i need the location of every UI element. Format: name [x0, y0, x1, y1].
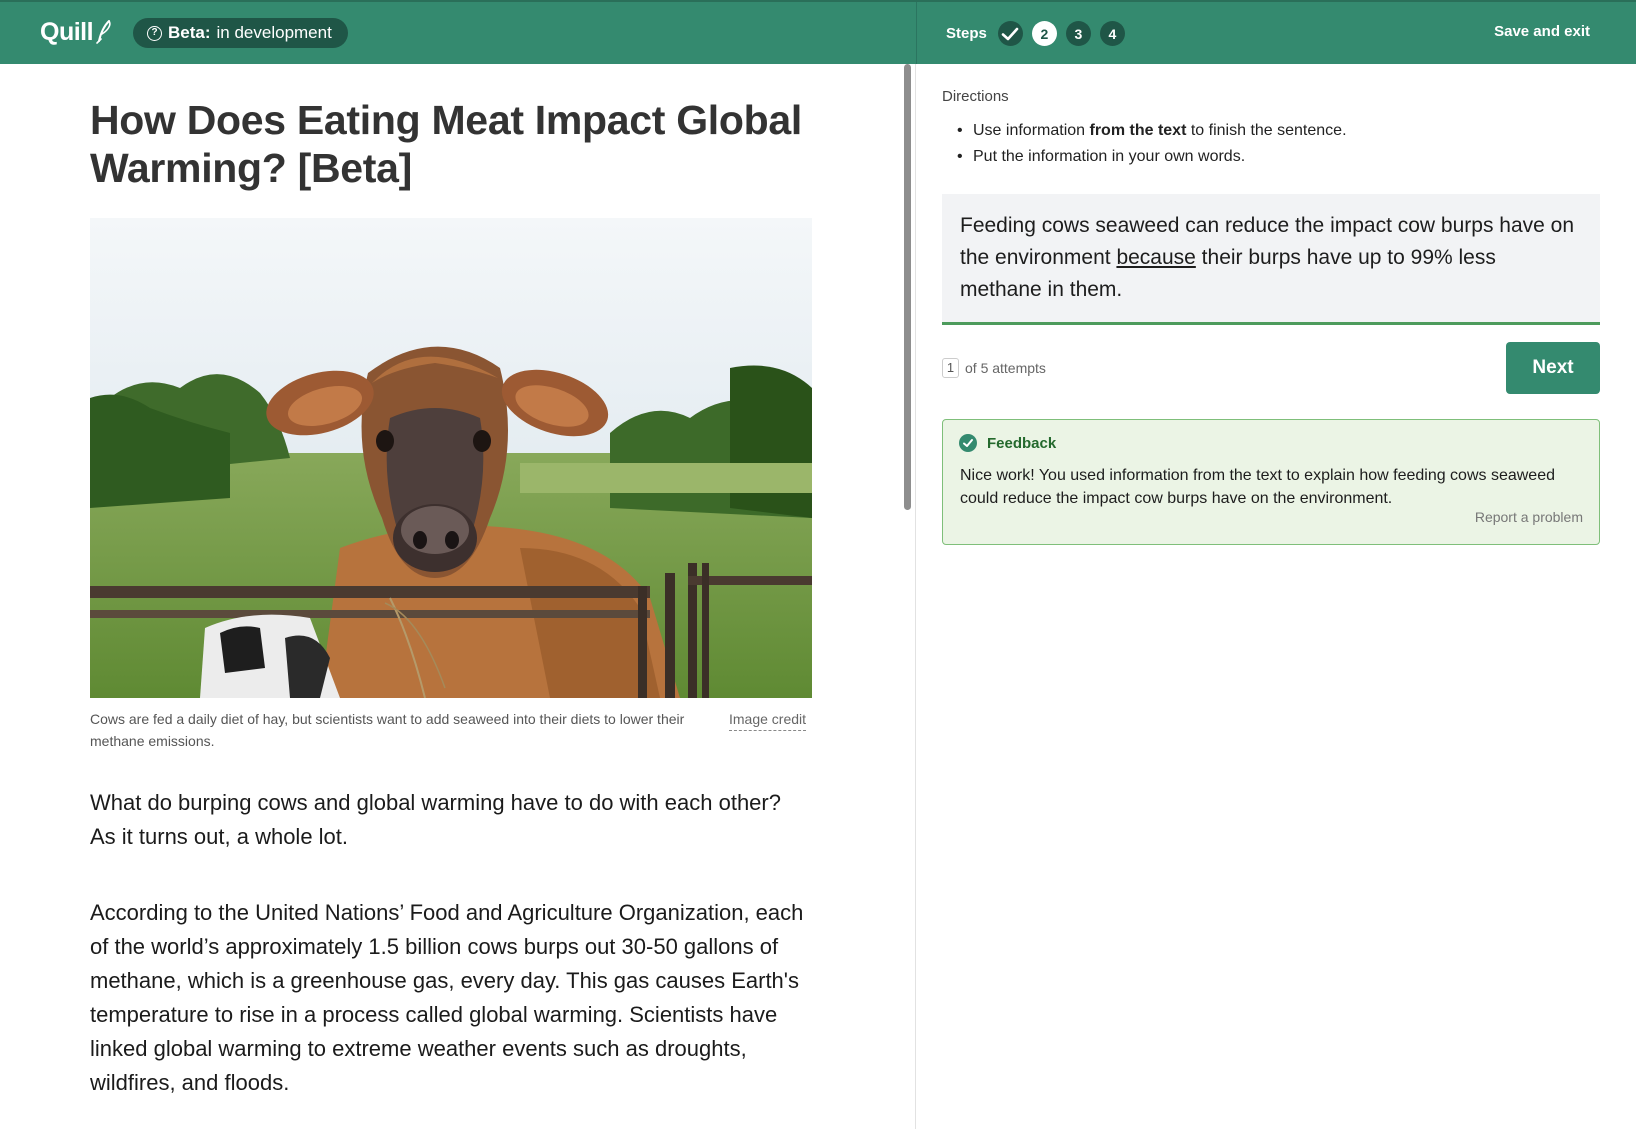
- direction-1-suffix: to finish the sentence.: [1186, 122, 1347, 139]
- article-paragraph-2: According to the United Nations’ Food an…: [90, 900, 804, 1095]
- steps-label: Steps: [946, 25, 987, 42]
- attempt-number: 1: [942, 358, 959, 378]
- feedback-message: Nice work! You used information from the…: [960, 467, 1555, 507]
- save-and-exit-link[interactable]: Save and exit: [1494, 23, 1590, 40]
- attempts-counter: 1 of 5 attempts: [942, 358, 1046, 378]
- step-4: 4: [1099, 21, 1125, 46]
- top-navbar: Quill ? Beta: in development Steps 2 3 4…: [0, 0, 1636, 64]
- header-divider: [916, 2, 917, 64]
- navbar-left: Quill ? Beta: in development: [0, 2, 916, 64]
- article-title: How Does Eating Meat Impact Global Warmi…: [90, 97, 802, 191]
- cow-illustration: [90, 218, 812, 698]
- direction-item-1: Use information from the text to finish …: [957, 118, 1597, 144]
- image-credit-link[interactable]: Image credit: [729, 708, 807, 731]
- direction-1-emphasis: from the text: [1089, 122, 1187, 139]
- directions-label: Directions: [942, 88, 1009, 105]
- feedback-title: Feedback: [987, 434, 1057, 452]
- step-3: 3: [1065, 21, 1091, 46]
- beta-status-text: in development: [216, 23, 332, 42]
- response-editor[interactable]: Feeding cows seaweed can reduce the impa…: [942, 194, 1600, 325]
- help-circle-icon: ?: [147, 25, 162, 41]
- beta-status-badge[interactable]: ? Beta: in development: [133, 18, 348, 48]
- feedback-panel: Feedback Nice work! You used information…: [942, 419, 1600, 545]
- feedback-header: Feedback: [959, 434, 1056, 452]
- direction-item-2: Put the information in your own words.: [957, 144, 1597, 170]
- activity-panel: Directions Use information from the text…: [917, 64, 1636, 1129]
- direction-1-prefix: Use information: [973, 122, 1090, 139]
- quill-pen-icon: [96, 20, 111, 44]
- directions-list: Use information from the text to finish …: [957, 118, 1597, 170]
- attempts-text: of 5 attempts: [965, 360, 1046, 376]
- article-paragraph-1: What do burping cows and global warming …: [90, 790, 781, 849]
- step-2-current: 2: [1031, 21, 1057, 46]
- image-caption: Cows are fed a daily diet of hay, but sc…: [90, 711, 685, 749]
- beta-label: Beta:: [168, 23, 211, 42]
- quill-logo[interactable]: Quill: [40, 16, 113, 48]
- logo-text: Quill: [40, 17, 94, 46]
- step-1-complete: [997, 21, 1023, 46]
- checkmark-icon: [1002, 27, 1019, 40]
- response-conjunction: because: [1116, 246, 1196, 269]
- check-circle-icon: [959, 434, 977, 452]
- cow-photo: [90, 218, 812, 698]
- reading-panel[interactable]: How Does Eating Meat Impact Global Warmi…: [0, 64, 916, 1129]
- reading-scrollbar[interactable]: [904, 64, 911, 510]
- next-button[interactable]: Next: [1506, 342, 1600, 394]
- report-problem-link[interactable]: Report a problem: [1475, 509, 1583, 525]
- step-progress: Steps 2 3 4: [946, 20, 1125, 47]
